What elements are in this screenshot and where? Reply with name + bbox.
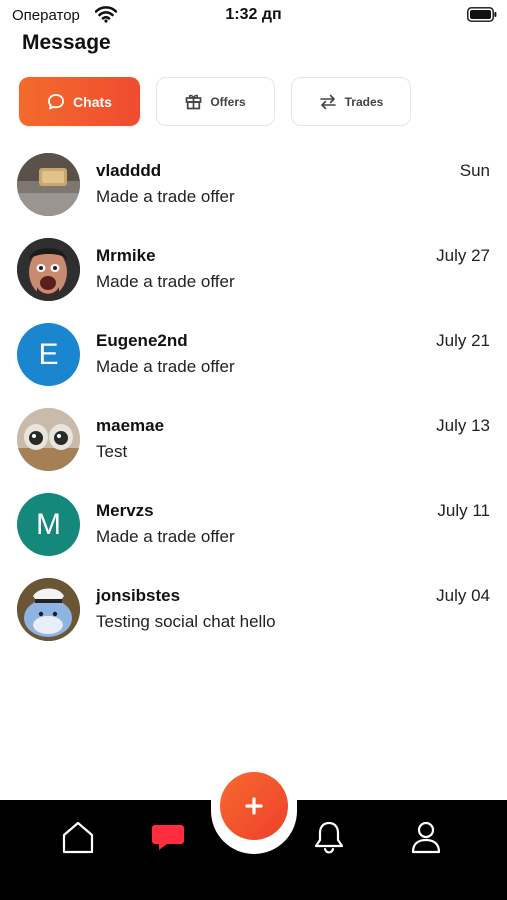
nav-home[interactable] <box>60 818 96 856</box>
avatar <box>17 238 80 301</box>
chat-date: July 13 <box>436 416 490 435</box>
chat-preview: Test <box>96 442 128 461</box>
bell-icon <box>314 821 344 854</box>
chat-row[interactable]: vladddd Made a trade offer Sun <box>0 142 507 227</box>
tab-trades-label: Trades <box>344 94 384 109</box>
chat-list: vladddd Made a trade offer Sun Mrmike Ma… <box>0 142 507 652</box>
chat-name: vladddd <box>96 161 162 180</box>
chat-row[interactable]: Mrmike Made a trade offer July 27 <box>0 227 507 312</box>
chat-date: Sun <box>459 161 490 180</box>
tab-chats-label: Chats <box>73 93 112 110</box>
chat-name: jonsibstes <box>96 586 181 605</box>
chat-bubble-icon <box>48 93 64 109</box>
chat-preview: Made a trade offer <box>96 272 235 291</box>
home-icon <box>62 821 94 854</box>
messages-icon <box>152 825 184 850</box>
chat-preview: Made a trade offer <box>96 527 235 546</box>
avatar-photo <box>17 238 80 301</box>
chat-name: Mrmike <box>96 246 156 265</box>
chat-preview: Made a trade offer <box>96 187 235 206</box>
chat-row[interactable]: E Eugene2nd Made a trade offer July 21 <box>0 312 507 397</box>
tab-chats[interactable]: Chats <box>19 77 140 126</box>
chat-date: July 27 <box>436 246 490 265</box>
chat-date: July 04 <box>436 586 490 605</box>
avatar <box>17 408 80 471</box>
chat-name: Mervzs <box>96 501 154 520</box>
page-title: Message <box>22 31 111 54</box>
avatar <box>17 578 80 641</box>
tab-offers[interactable]: Offers <box>156 77 275 126</box>
chat-name: Eugene2nd <box>96 331 188 350</box>
status-time: 1:32 дп <box>225 6 282 23</box>
plus-icon <box>245 797 263 815</box>
avatar-photo <box>17 153 80 216</box>
nav-messages[interactable] <box>150 818 186 856</box>
avatar-photo <box>17 578 80 641</box>
avatar <box>17 153 80 216</box>
profile-icon <box>411 821 441 854</box>
nav-notifications[interactable] <box>311 818 347 856</box>
avatar: E <box>17 323 80 386</box>
avatar-letter: E <box>38 337 59 371</box>
chat-date: July 11 <box>437 501 490 520</box>
chat-row[interactable]: M Mervzs Made a trade offer July 11 <box>0 482 507 567</box>
avatar-letter: M <box>36 507 61 541</box>
tab-trades[interactable]: Trades <box>291 77 411 126</box>
gift-icon <box>185 94 202 110</box>
nav-profile[interactable] <box>408 818 444 856</box>
avatar: M <box>17 493 80 556</box>
tab-offers-label: Offers <box>210 94 246 109</box>
status-bar: Оператор 1:32 дп <box>0 0 507 30</box>
battery-icon <box>467 7 497 22</box>
add-button[interactable] <box>220 772 288 840</box>
swap-arrows-icon <box>319 94 336 109</box>
chat-name: maemae <box>96 416 165 435</box>
avatar-photo <box>17 408 80 471</box>
chat-date: July 21 <box>436 331 490 350</box>
chat-row[interactable]: jonsibstes Testing social chat hello Jul… <box>0 567 507 652</box>
chat-preview: Made a trade offer <box>96 357 235 376</box>
chat-row[interactable]: maemae Test July 13 <box>0 397 507 482</box>
chat-preview: Testing social chat hello <box>96 612 276 631</box>
